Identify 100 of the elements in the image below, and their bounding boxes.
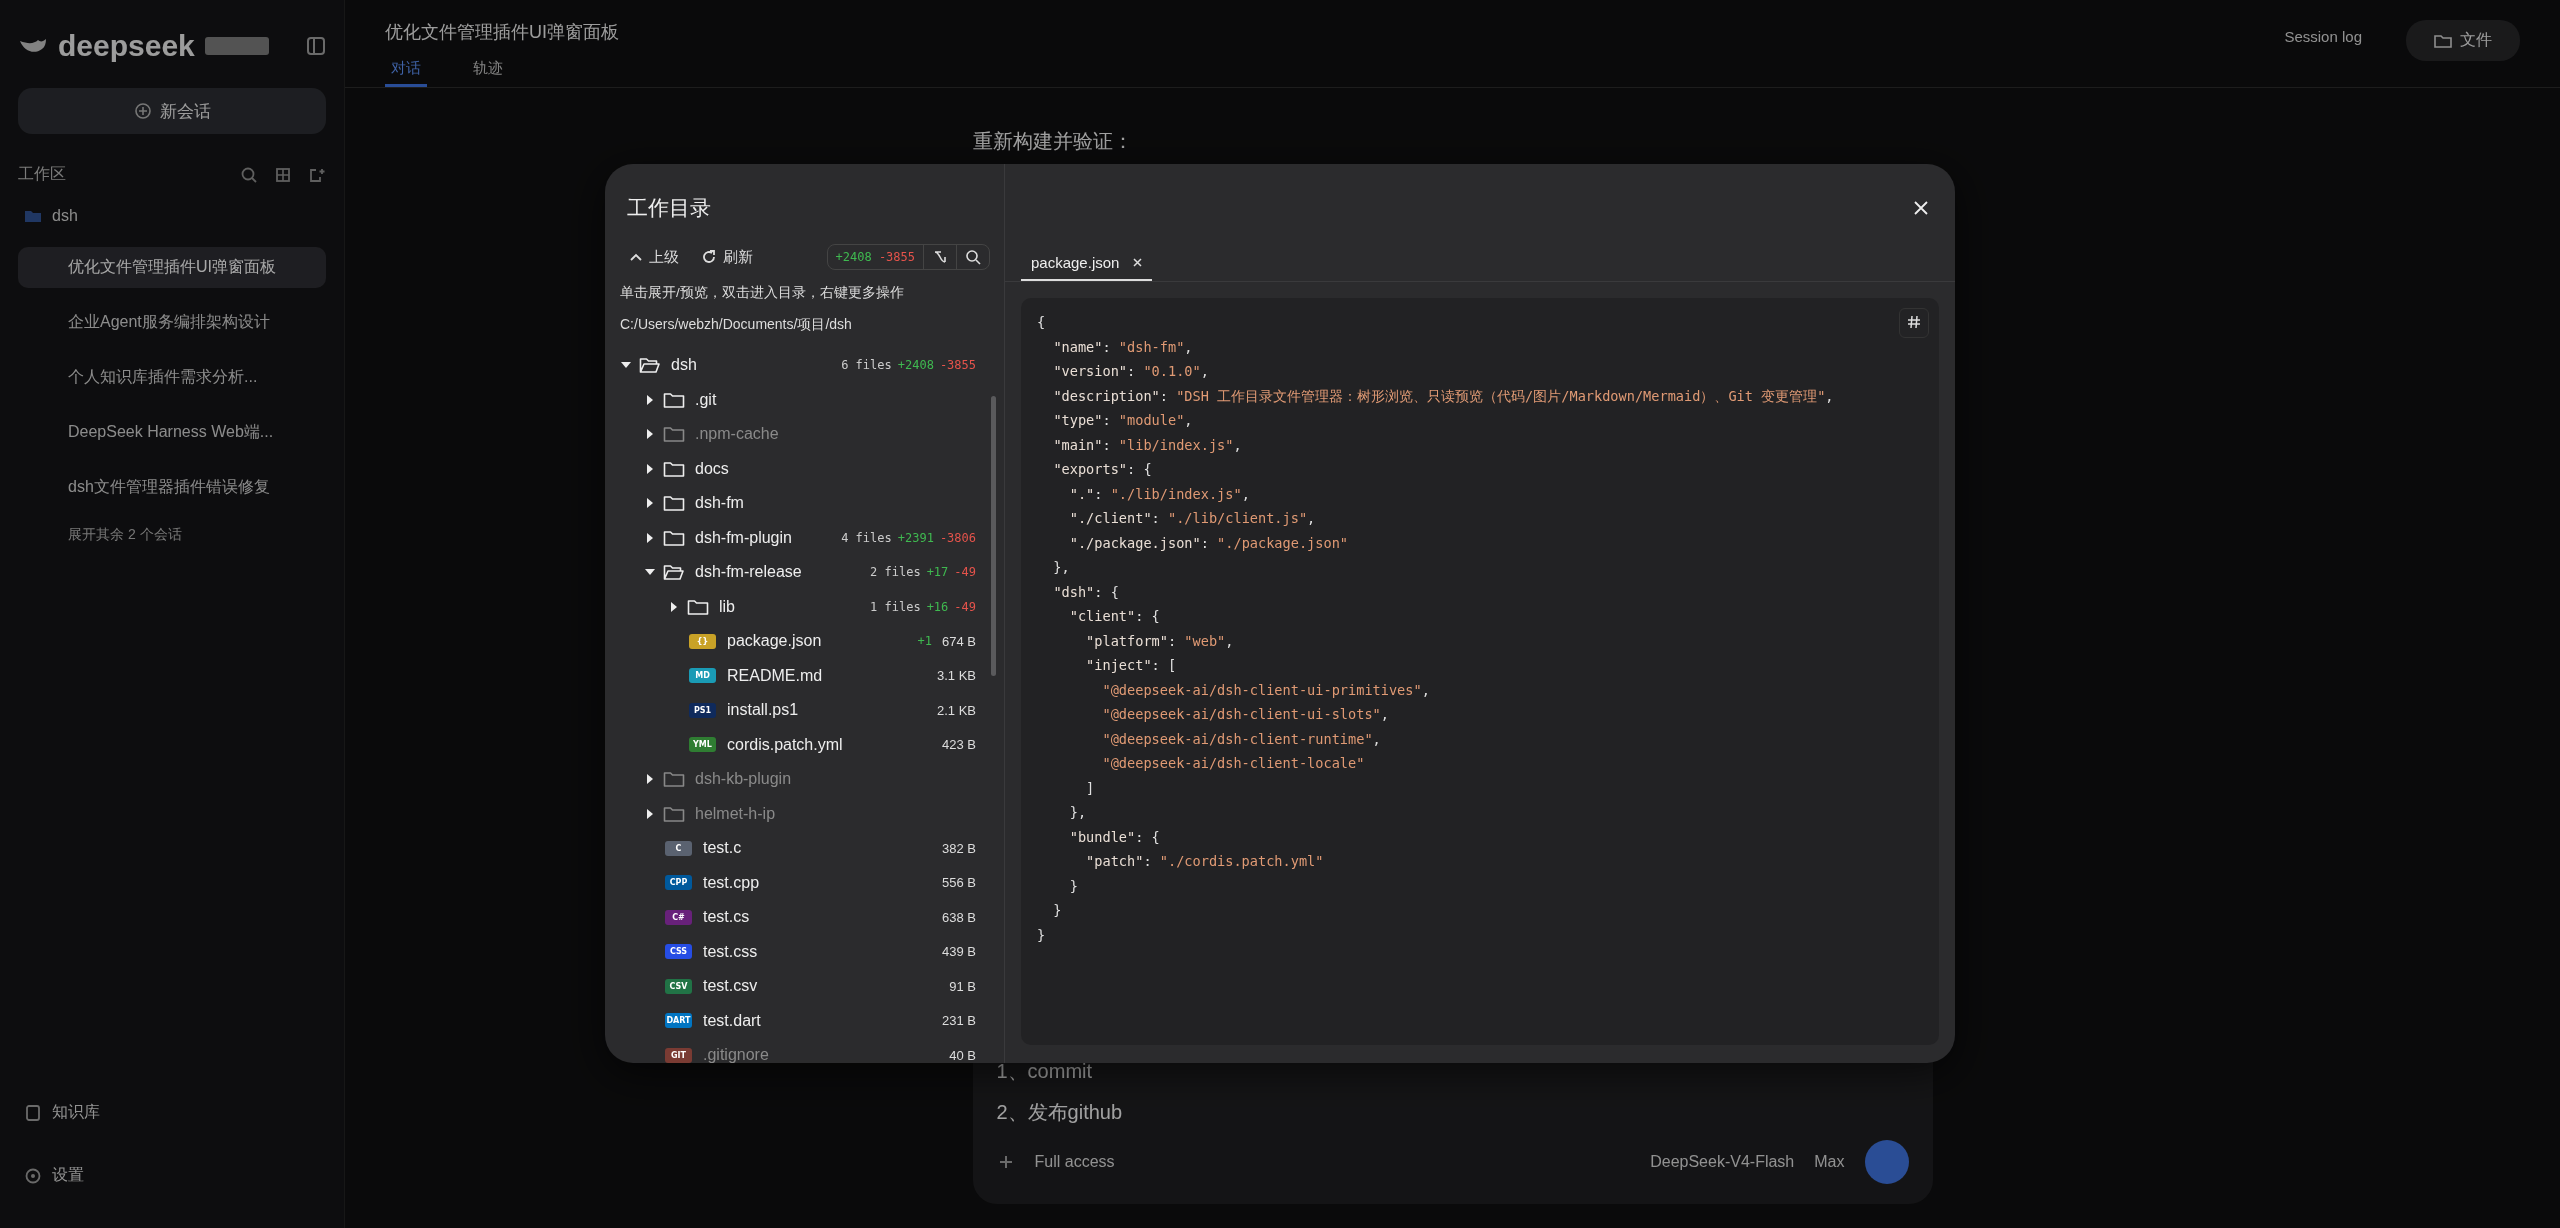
refresh-button[interactable]: 刷新	[699, 245, 755, 269]
tree-row[interactable]: lib 1 files +16 -49	[605, 589, 1004, 624]
sidebar-link[interactable]: 知识库	[18, 1088, 326, 1137]
file-size: 2.1 KB	[936, 702, 976, 718]
file-type-icon: PS1	[689, 702, 716, 718]
tree-row[interactable]: MD README.md 3.1 KB	[605, 658, 1004, 693]
model-name[interactable]: DeepSeek-V4-Flash	[1650, 1153, 1795, 1171]
tree-row[interactable]: .git	[605, 382, 1004, 417]
file-size: 382 B	[942, 840, 976, 856]
logo-text: deepseek	[58, 29, 195, 63]
tree-row[interactable]: docs	[605, 451, 1004, 486]
session-item[interactable]: 个人知识库插件需求分析...	[18, 357, 326, 398]
removed-count: -3806	[939, 530, 976, 545]
file-type-icon: CPP	[665, 875, 692, 891]
file-type-icon: {}	[689, 633, 716, 649]
session-item[interactable]: dsh文件管理器插件错误修复	[18, 467, 326, 508]
file-size: 674 B	[942, 633, 976, 649]
tree-row[interactable]: CSV test.csv 91 B	[605, 969, 1004, 1004]
file-size: 638 B	[942, 909, 976, 925]
folder-open-icon	[639, 356, 661, 375]
tree-row[interactable]: C test.c 382 B	[605, 831, 1004, 866]
folder-icon	[663, 390, 685, 409]
search-icon	[240, 165, 258, 184]
scrollbar[interactable]	[991, 396, 996, 676]
file-count: 4 files	[841, 530, 892, 545]
tree-row[interactable]: dsh-fm	[605, 486, 1004, 521]
tab[interactable]: 轨迹	[467, 58, 509, 87]
grid-icon	[274, 165, 292, 184]
added-count: +2391	[897, 530, 934, 545]
session-item[interactable]: 优化文件管理插件UI弹窗面板	[18, 247, 326, 288]
tree-row[interactable]: CSS test.css 439 B	[605, 934, 1004, 969]
file-type-icon: MD	[689, 668, 716, 684]
tree-row[interactable]: C# test.cs 638 B	[605, 900, 1004, 935]
tree-row[interactable]: PS1 install.ps1 2.1 KB	[605, 693, 1004, 728]
removed-count: -49	[954, 599, 976, 614]
folder-icon	[663, 528, 685, 547]
tree-row[interactable]: dsh 6 files +2408 -3855	[605, 348, 1004, 383]
folder-open-icon	[663, 563, 685, 582]
file-type-icon: C#	[665, 909, 692, 925]
added-count: +17	[926, 565, 949, 580]
message-text: 重新构建并验证：	[972, 129, 1134, 154]
file-type-icon: DART	[665, 1013, 692, 1029]
session-item[interactable]: 企业Agent服务编排架构设计	[18, 302, 326, 343]
folder-icon	[687, 597, 709, 616]
removed-count: -49	[954, 565, 976, 580]
tree-row[interactable]: dsh-kb-plugin	[605, 762, 1004, 797]
file-count: 2 files	[870, 565, 921, 580]
close-icon	[1913, 200, 1929, 216]
tree-row[interactable]: {} package.json +1 674 B	[605, 624, 1004, 659]
file-tab[interactable]: package.json	[1021, 248, 1153, 281]
file-size: 423 B	[942, 737, 976, 753]
session-item[interactable]: DeepSeek Harness Web端...	[18, 412, 326, 453]
file-size: 91 B	[949, 978, 976, 994]
file-size: 40 B	[949, 1047, 976, 1063]
folder-icon	[24, 209, 42, 223]
close-icon	[1133, 258, 1143, 267]
folder-icon	[663, 494, 685, 513]
sidebar-link[interactable]: 设置	[18, 1151, 326, 1200]
folder-icon	[663, 804, 685, 823]
tab[interactable]: 对话	[385, 58, 427, 87]
file-size: 231 B	[942, 1013, 976, 1029]
folder-icon	[2434, 33, 2452, 48]
files-button[interactable]: 文件	[2406, 20, 2520, 61]
tree-row[interactable]: dsh-fm-plugin 4 files +2391 -3806	[605, 520, 1004, 555]
new-chat-button[interactable]: 新会话	[18, 88, 326, 134]
tree-row[interactable]: helmet-h-ip	[605, 796, 1004, 831]
tree-row[interactable]: .npm-cache	[605, 417, 1004, 452]
added-count: +16	[926, 599, 949, 614]
chevron-up-icon	[629, 252, 643, 262]
file-type-icon: YML	[689, 737, 716, 753]
effort-label[interactable]: Max	[1814, 1153, 1845, 1171]
session-log-link[interactable]: Session log	[2270, 20, 2376, 53]
removed-count: -3855	[878, 250, 915, 264]
file-size: 3.1 KB	[936, 668, 976, 684]
tree-row[interactable]: CPP test.cpp 556 B	[605, 865, 1004, 900]
show-more-link[interactable]: 展开其余 2 个会话	[18, 522, 326, 548]
sidebar-toggle-icon	[306, 36, 326, 56]
hint-text: 单击展开/预览，双击进入目录，右键更多操作	[619, 284, 905, 302]
settings-icon	[24, 1166, 42, 1185]
hash-icon	[1907, 314, 1921, 329]
file-size: 439 B	[942, 944, 976, 960]
code-text: { "name": "dsh-fm", "version": "0.1.0", "description": "DSH 工作目录文件管理器：树形浏览、只读预览（代码/图片/Markdown/Mermaid）、Git 变更管理", "type": "module", "main": "lib/index.js", "exports": { ".": "./lib/index.js", "./client": "./lib/client.js", "./package.json": "./package.json" }, "dsh": { "client": { "platform": "web", "inject": [ "@deepseek-ai/dsh-client-ui-primitives", "@deepseek-ai/dsh-client-ui-slots", "@deepseek-ai/dsh-client-runtime", "@deepseek-ai/dsh-client-locale" ] }, "bundle": { "patch": "./cordis.patch.yml" } } }	[1037, 313, 1834, 945]
book-icon	[24, 1103, 42, 1122]
folder-icon	[663, 459, 685, 478]
list-item: 2、发布github	[996, 1100, 1124, 1125]
up-button[interactable]: 上级	[627, 245, 681, 269]
line-numbers-toggle[interactable]	[1899, 308, 1929, 338]
plus-circle-icon	[133, 102, 152, 120]
project-item[interactable]: dsh	[18, 199, 326, 233]
tree-row[interactable]: dsh-fm-release 2 files +17 -49	[605, 555, 1004, 590]
folder-icon	[663, 425, 685, 444]
file-size: 556 B	[942, 875, 976, 891]
tree-row[interactable]: YML cordis.patch.yml 423 B	[605, 727, 1004, 762]
removed-count: -3855	[939, 358, 976, 373]
file-type-icon: CSV	[665, 978, 692, 994]
file-count: 1 files	[870, 599, 921, 614]
access-dropdown[interactable]: Full access	[1034, 1153, 1115, 1171]
added-count: +1	[917, 633, 932, 649]
tree-row[interactable]: DART test.dart 231 B	[605, 1003, 1004, 1038]
search-icon	[965, 249, 981, 265]
